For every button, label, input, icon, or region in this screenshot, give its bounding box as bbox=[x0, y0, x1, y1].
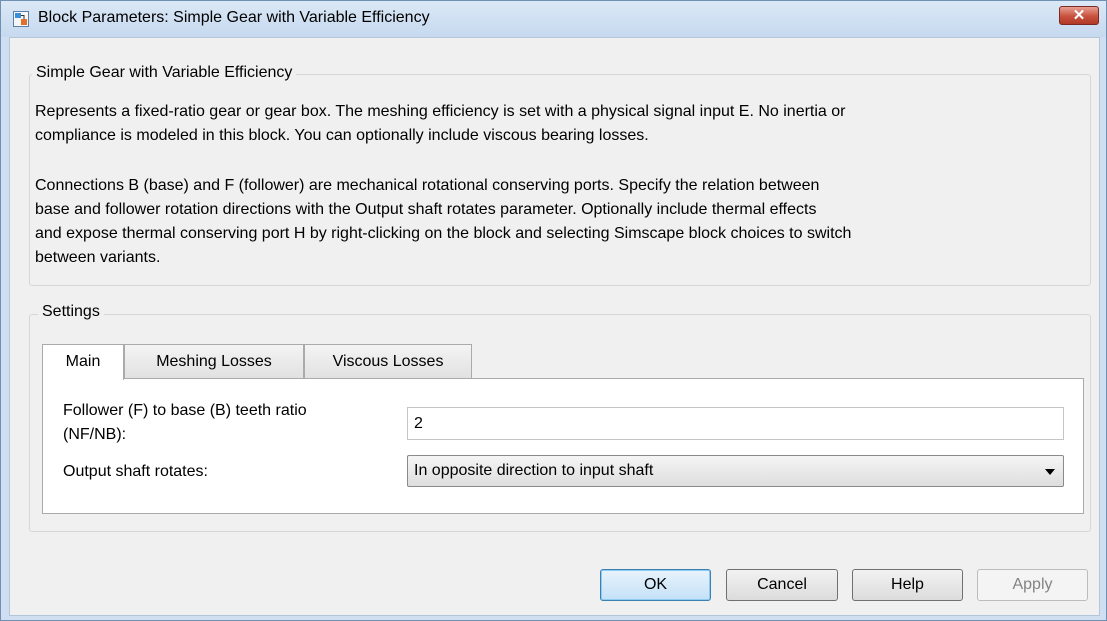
help-button[interactable]: Help bbox=[852, 569, 963, 601]
description-line: Connections B (base) and F (follower) ar… bbox=[35, 177, 820, 194]
title-bar[interactable]: Block Parameters: Simple Gear with Varia… bbox=[1, 1, 1106, 37]
tab-main[interactable]: Main bbox=[42, 344, 124, 380]
simulink-block-icon bbox=[13, 11, 29, 27]
teeth-ratio-label-units: (NF/NB): bbox=[63, 426, 127, 443]
cancel-button[interactable]: Cancel bbox=[726, 569, 838, 601]
output-shaft-dropdown[interactable]: In opposite direction to input shaft bbox=[407, 455, 1064, 487]
description-line: compliance is modeled in this block. You… bbox=[35, 127, 649, 144]
description-line: base and follower rotation directions wi… bbox=[35, 201, 817, 218]
output-shaft-selected-value: In opposite direction to input shaft bbox=[414, 462, 654, 479]
ok-button[interactable]: OK bbox=[600, 569, 711, 601]
chevron-down-icon[interactable] bbox=[1045, 469, 1055, 475]
description-group-title: Simple Gear with Variable Efficiency bbox=[32, 64, 297, 82]
close-button[interactable]: ✕ bbox=[1059, 6, 1099, 25]
dialog-client-area: Simple Gear with Variable Efficiency Rep… bbox=[9, 37, 1100, 616]
tab-viscous-losses[interactable]: Viscous Losses bbox=[304, 344, 472, 378]
close-icon: ✕ bbox=[1072, 7, 1086, 24]
description-line: and expose thermal conserving port H by … bbox=[35, 225, 852, 242]
description-line: between variants. bbox=[35, 249, 161, 266]
description-line: Represents a fixed-ratio gear or gear bo… bbox=[35, 103, 846, 120]
apply-button: Apply bbox=[977, 569, 1088, 601]
main-tab-panel: Follower (F) to base (B) teeth ratio (NF… bbox=[42, 378, 1084, 514]
output-shaft-label: Output shaft rotates: bbox=[63, 463, 208, 480]
dialog-window: Block Parameters: Simple Gear with Varia… bbox=[0, 0, 1107, 621]
teeth-ratio-input[interactable]: 2 bbox=[407, 407, 1064, 440]
teeth-ratio-label: Follower (F) to base (B) teeth ratio bbox=[63, 402, 307, 419]
settings-group-title: Settings bbox=[38, 303, 104, 321]
window-title: Block Parameters: Simple Gear with Varia… bbox=[38, 9, 430, 26]
tab-meshing-losses[interactable]: Meshing Losses bbox=[124, 344, 304, 378]
